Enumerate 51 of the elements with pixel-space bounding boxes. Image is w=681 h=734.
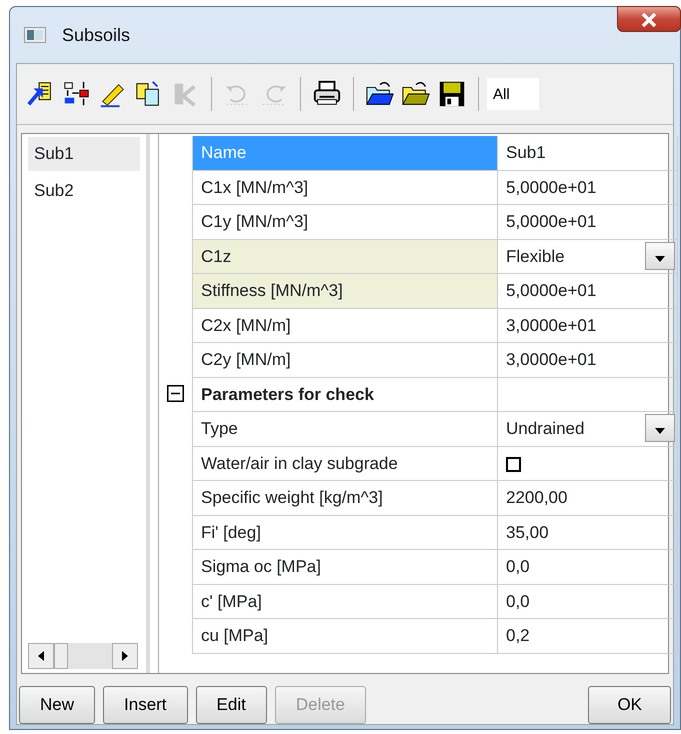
property-value[interactable]: Sub1 bbox=[506, 143, 546, 162]
caret-icon bbox=[655, 256, 665, 262]
scroll-right-button[interactable] bbox=[112, 643, 138, 669]
property-value[interactable]: Undrained bbox=[506, 419, 584, 438]
property-value[interactable]: 35,00 bbox=[506, 522, 549, 542]
collapse-toggle[interactable] bbox=[167, 384, 184, 402]
property-label: C1y [MN/m^3] bbox=[192, 205, 498, 238]
property-value[interactable]: 5,0000e+01 bbox=[506, 281, 596, 300]
list-item[interactable]: Sub2 bbox=[28, 174, 140, 207]
ok-button[interactable]: OK bbox=[588, 686, 671, 724]
property-value[interactable]: 5,0000e+01 bbox=[506, 178, 596, 196]
property-label: C1x [MN/m^3] bbox=[192, 170, 498, 204]
property-label: Name bbox=[192, 136, 498, 170]
property-label: Water/air in clay subgrade bbox=[192, 446, 498, 480]
dropdown-button[interactable] bbox=[645, 242, 675, 270]
property-label: C2y [MN/m] bbox=[192, 343, 498, 376]
property-value[interactable]: 0,2 bbox=[506, 626, 530, 645]
property-value[interactable]: Flexible bbox=[506, 246, 565, 266]
property-label: C1z bbox=[192, 240, 498, 273]
dialog-button[interactable]: New bbox=[19, 686, 96, 724]
property-label: c' [MPa] bbox=[192, 584, 498, 618]
dropdown-button[interactable] bbox=[645, 414, 675, 442]
close-button[interactable] bbox=[617, 6, 681, 32]
property-value[interactable]: 2200,00 bbox=[506, 488, 568, 507]
property-label: Sigma oc [MPa] bbox=[192, 550, 498, 584]
property-label: Parameters for check bbox=[192, 378, 498, 411]
property-label: Specific weight [kg/m^3] bbox=[192, 481, 498, 514]
caret-icon bbox=[655, 428, 665, 434]
property-label: Stiffness [MN/m^3] bbox=[192, 274, 498, 308]
property-label: Fi' [deg] bbox=[192, 516, 498, 549]
filter-field[interactable]: All bbox=[487, 78, 539, 110]
property-label: Type bbox=[192, 412, 498, 446]
checkbox[interactable] bbox=[506, 456, 521, 472]
scroll-thumb[interactable] bbox=[54, 643, 68, 669]
property-label: cu [MPa] bbox=[192, 619, 498, 652]
dialog-button[interactable]: Insert bbox=[103, 686, 188, 724]
scroll-left-button[interactable] bbox=[28, 643, 54, 669]
list-item[interactable]: Sub1 bbox=[28, 137, 140, 170]
left-arrow-icon bbox=[37, 650, 45, 661]
window-title: Subsoils bbox=[62, 24, 130, 46]
dialog-button[interactable]: Edit bbox=[196, 686, 267, 724]
property-label: C2x [MN/m] bbox=[192, 308, 498, 342]
window-icon bbox=[24, 27, 46, 43]
property-value[interactable]: 3,0000e+01 bbox=[506, 316, 596, 334]
right-arrow-icon bbox=[121, 650, 129, 661]
property-value[interactable]: 0,0 bbox=[506, 557, 530, 576]
property-value[interactable]: 0,0 bbox=[506, 592, 530, 610]
close-icon bbox=[640, 12, 658, 28]
horizontal-scrollbar[interactable] bbox=[28, 643, 138, 669]
property-value[interactable]: 3,0000e+01 bbox=[506, 350, 596, 369]
property-value[interactable]: 5,0000e+01 bbox=[506, 212, 596, 231]
